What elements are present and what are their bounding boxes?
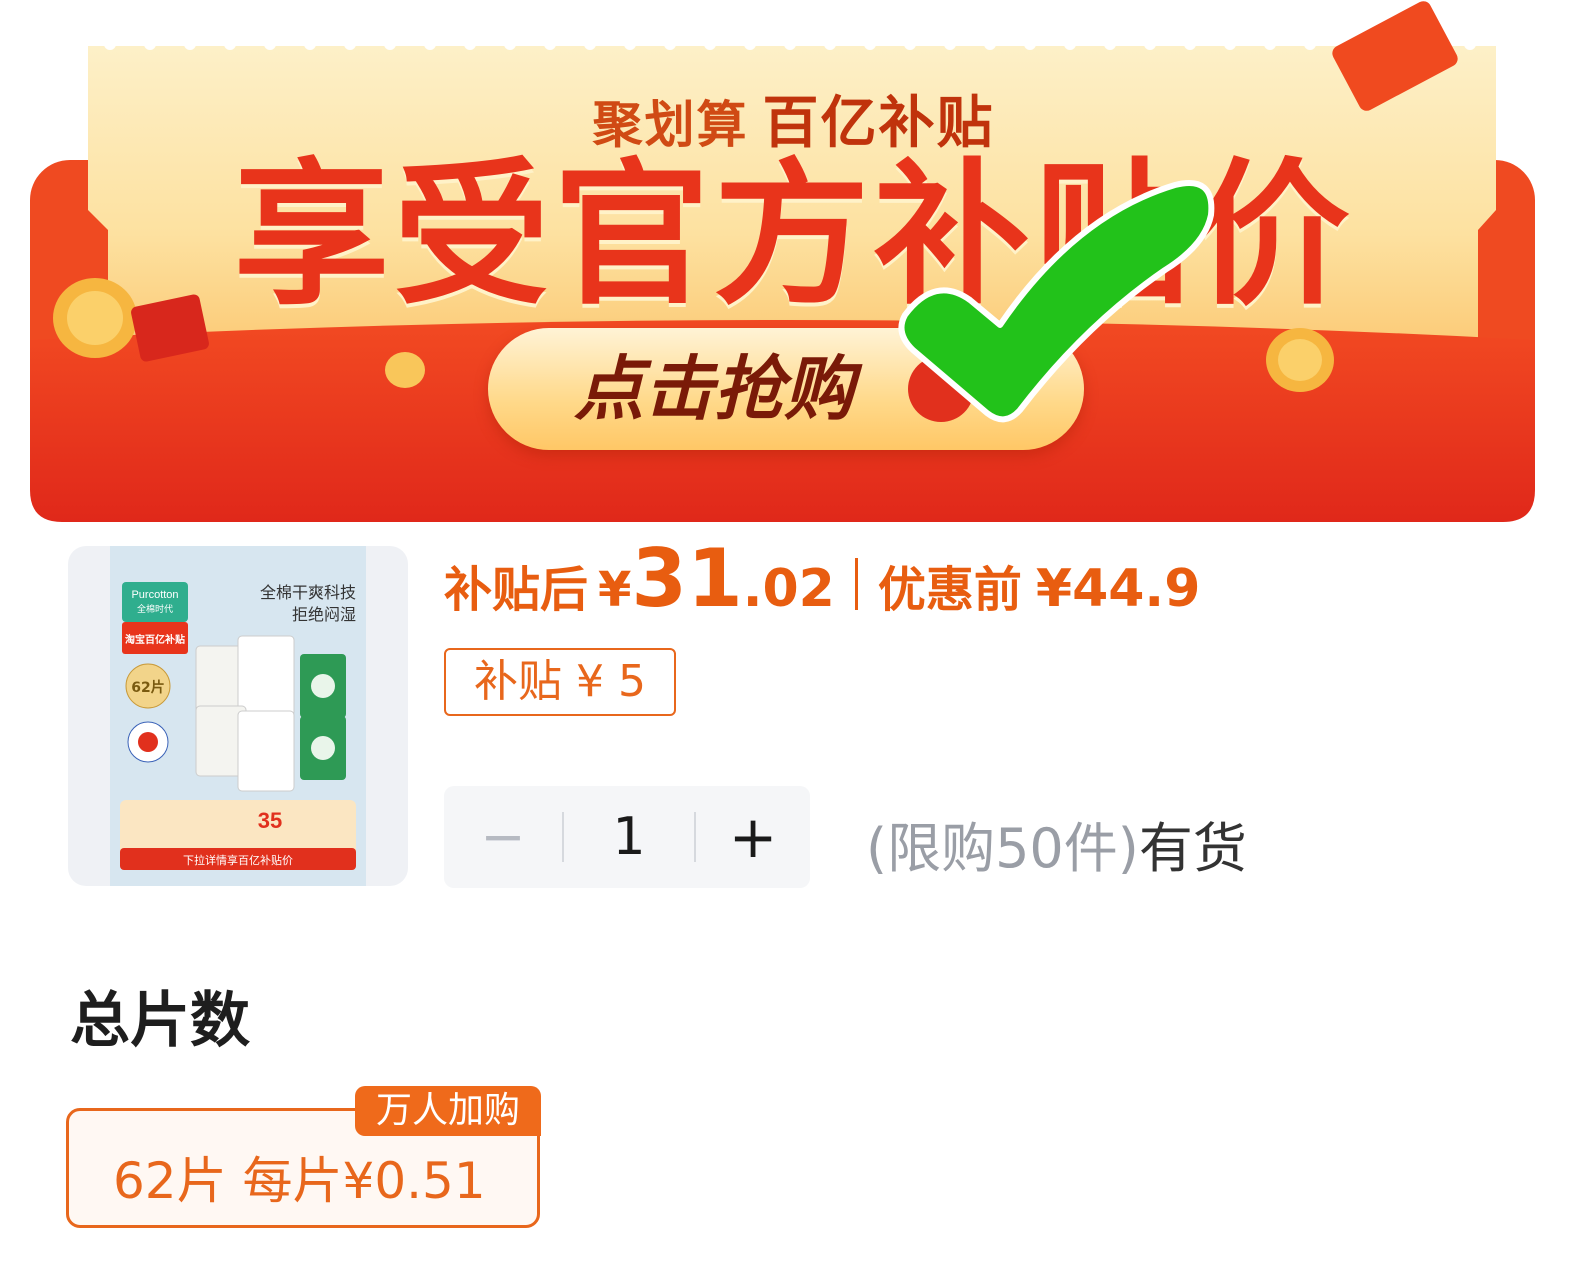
thumb-bottom-bar: 下拉详情享百亿补贴价 bbox=[183, 853, 293, 867]
buy-now-label: 点击抢购 bbox=[574, 348, 854, 430]
spec-option-label: 62片 每片¥0.51 bbox=[113, 1152, 486, 1210]
subsidy-tag: 补贴 ¥ 5 bbox=[444, 648, 676, 716]
price-before-label: 优惠前 bbox=[877, 562, 1022, 618]
decrease-quantity-button[interactable]: − bbox=[444, 786, 562, 888]
stock-status: 有货 bbox=[1138, 817, 1247, 880]
price-line: 补贴后 ¥31.02 优惠前 ¥44.9 bbox=[444, 532, 1201, 625]
checkmark-icon bbox=[898, 180, 1215, 423]
thumb-promo-price: 35 bbox=[258, 808, 282, 833]
purchase-limit-text: (限购50件) bbox=[866, 817, 1139, 880]
price-before-value: ¥44.9 bbox=[1035, 559, 1201, 619]
thumb-tag: 淘宝百亿补贴 bbox=[125, 633, 185, 646]
thumb-brand-cn: 全棉时代 bbox=[137, 603, 173, 615]
thumb-count-badge: 62片 bbox=[131, 679, 164, 696]
product-image: Purcotton 全棉时代 淘宝百亿补贴 全棉干爽科技 拒绝闷湿 62片 35… bbox=[110, 546, 366, 886]
quantity-stepper: − 1 + bbox=[444, 786, 810, 888]
thumb-brand: Purcotton bbox=[131, 589, 178, 601]
price-divider bbox=[854, 558, 858, 610]
purchase-limit-info: (限购50件)有货 bbox=[866, 804, 1247, 883]
price-after-integer: 31 bbox=[631, 532, 743, 625]
thumb-headline-2: 拒绝闷湿 bbox=[292, 605, 356, 624]
thumb-headline-1: 全棉干爽科技 bbox=[260, 583, 356, 602]
quantity-input[interactable]: 1 bbox=[564, 786, 694, 888]
popular-badge: 万人加购 bbox=[355, 1086, 541, 1136]
price-after-decimal: .02 bbox=[742, 559, 835, 619]
banner-headline: 享受官方补贴价 bbox=[233, 144, 1354, 326]
spec-section-title: 总片数 bbox=[70, 986, 250, 1056]
subsidy-banner[interactable]: 聚划算 百亿补贴 享受官方补贴价 点击抢购 bbox=[0, 0, 1587, 530]
price-after-label: 补贴后 bbox=[444, 562, 589, 618]
price-after-currency: ¥ bbox=[598, 562, 632, 618]
increase-quantity-button[interactable]: + bbox=[696, 786, 810, 888]
product-thumbnail[interactable]: Purcotton 全棉时代 淘宝百亿补贴 全棉干爽科技 拒绝闷湿 62片 35… bbox=[68, 546, 408, 886]
